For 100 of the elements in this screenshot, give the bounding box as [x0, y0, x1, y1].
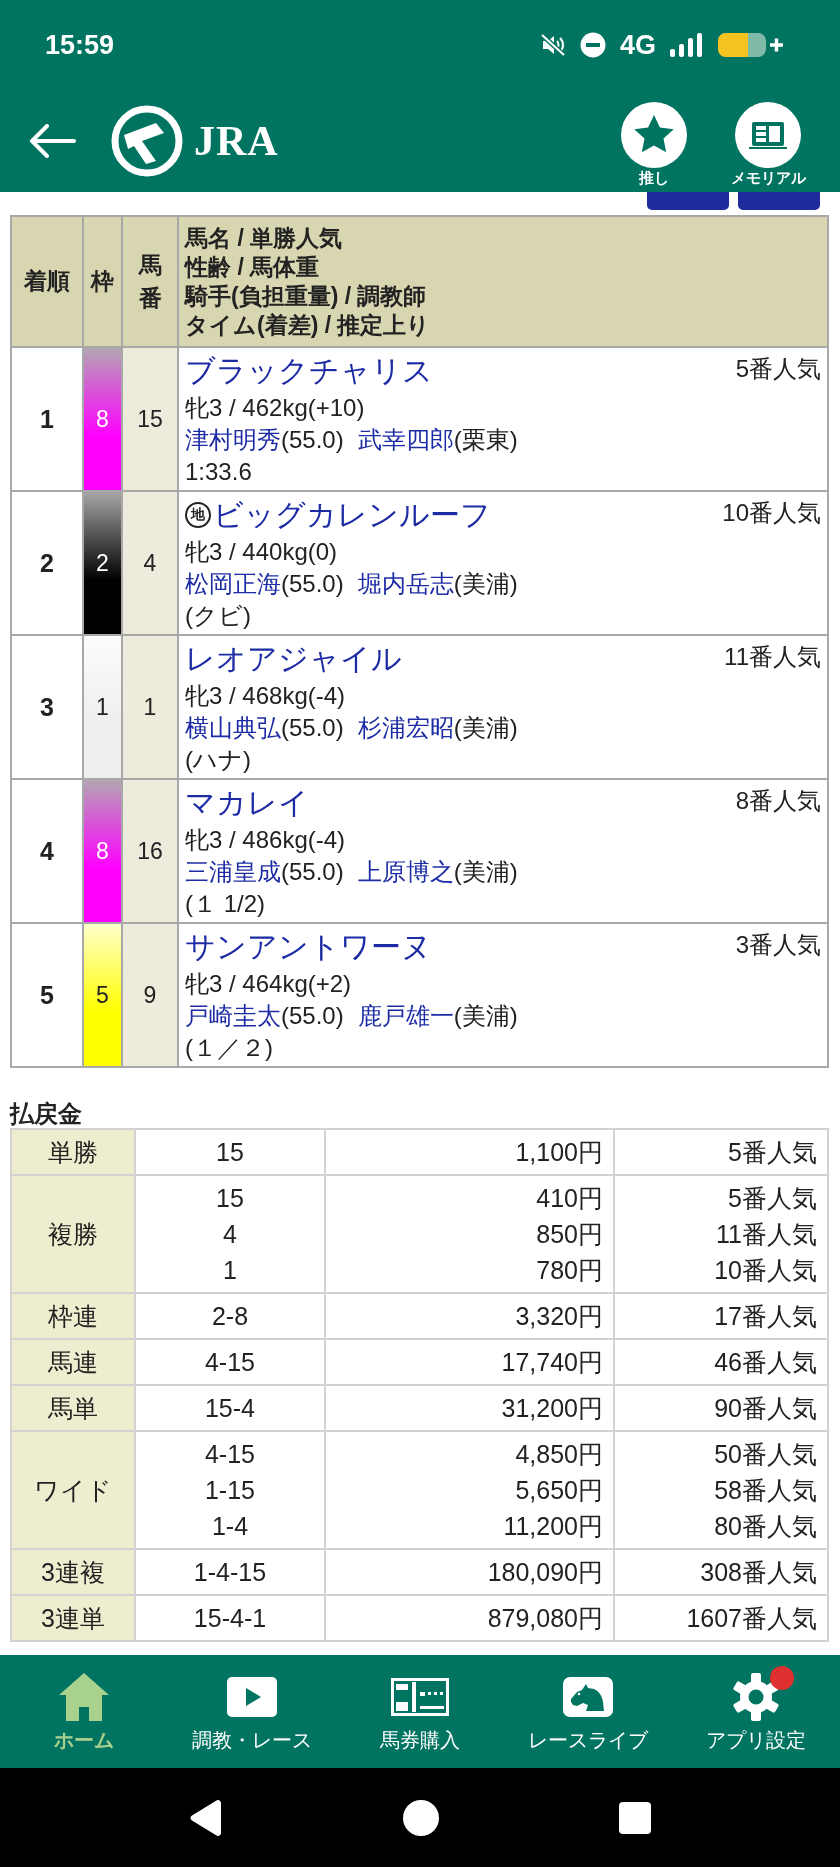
- payout-combination: 15: [216, 1138, 244, 1166]
- sex-age-weight: 牝3 / 468kg(-4): [185, 682, 346, 709]
- horse-name-link[interactable]: レオアジャイル: [185, 639, 402, 679]
- payout-popularity: 5番人気: [728, 1184, 817, 1212]
- jockey-link[interactable]: 松岡正海: [185, 570, 281, 597]
- payout-combination: 15-4: [204, 1394, 255, 1422]
- jockey-link[interactable]: 横山典弘: [185, 714, 281, 741]
- popularity: 10番人気: [722, 498, 821, 528]
- nav-item[interactable]: 調教・レース: [168, 1655, 336, 1768]
- battery-icon: [718, 32, 784, 58]
- column-header: 馬番: [138, 251, 162, 313]
- payout-combination: 1-4: [211, 1512, 249, 1540]
- horse-number-cell: 16: [122, 779, 178, 923]
- bet-type-cell: 単勝: [11, 1129, 135, 1175]
- column-header: 枠: [83, 216, 122, 347]
- time-margin: (ハナ): [185, 746, 251, 773]
- time-margin: (１ 1/2): [185, 890, 265, 917]
- payout-combination: 4-15: [204, 1440, 255, 1468]
- bet-type-cell: 3連複: [11, 1549, 135, 1595]
- payout-combination: 4-15: [204, 1348, 255, 1376]
- payout-amount: 17,740円: [501, 1348, 603, 1376]
- emblem-icon: [110, 105, 184, 177]
- time-margin: 1:33.6: [185, 458, 252, 485]
- popularity: 11番人気: [724, 642, 821, 672]
- column-header: 騎手(負担重量) / 調教師: [185, 282, 427, 309]
- bet-type-cell: 3連単: [11, 1595, 135, 1641]
- payout-combination: 1-4-15: [193, 1558, 267, 1586]
- payout-popularity: 17番人気: [714, 1302, 817, 1330]
- payout-amount: 31,200円: [501, 1394, 603, 1422]
- network-type: 4G: [619, 29, 656, 61]
- frame-number-cell: 5: [83, 923, 122, 1067]
- bet-type-cell: ワイド: [11, 1431, 135, 1549]
- jockey-weight: (55.0): [281, 426, 344, 453]
- nav-item[interactable]: アプリ設定: [672, 1655, 840, 1768]
- bet-type-cell: 馬単: [11, 1385, 135, 1431]
- trainer-link[interactable]: 堀内岳志: [357, 570, 454, 597]
- stable: (美浦): [453, 858, 518, 885]
- horse-name-link[interactable]: マカレイ: [185, 783, 309, 823]
- jockey-weight: (55.0): [281, 858, 344, 885]
- horse-number-cell: 4: [122, 491, 178, 635]
- logo-text: JRA: [194, 117, 279, 165]
- payout-amount: 780円: [536, 1256, 603, 1284]
- payout-popularity: 10番人気: [714, 1256, 817, 1284]
- payout-amount: 3,320円: [515, 1302, 603, 1330]
- home-button[interactable]: [403, 1799, 439, 1836]
- do-not-disturb-icon: [579, 32, 606, 58]
- triangle-icon: [189, 1799, 223, 1836]
- payout-amount: 1,100円: [515, 1138, 603, 1166]
- nav-item[interactable]: 馬券購入: [336, 1655, 504, 1768]
- favorite-button[interactable]: 推し: [604, 102, 704, 187]
- sex-age-weight: 牝3 / 486kg(-4): [185, 826, 346, 853]
- ticket-icon: [391, 1677, 449, 1716]
- column-header: タイム(着差) / 推定上り: [185, 311, 431, 338]
- horse-name-link[interactable]: ブラックチャリス: [185, 351, 433, 391]
- horse-name-link[interactable]: ビッグカレンルーフ: [213, 495, 491, 535]
- column-header: 性齢 / 馬体重: [185, 253, 320, 280]
- bet-type-cell: 複勝: [11, 1175, 135, 1293]
- back-arrow-icon: [28, 124, 76, 158]
- card-icon: [735, 102, 801, 168]
- payout-popularity: 58番人気: [714, 1476, 817, 1504]
- payout-combination: 15: [216, 1184, 244, 1212]
- memorial-button[interactable]: メモリアル: [718, 102, 818, 187]
- nav-item[interactable]: レースライブ: [504, 1655, 672, 1768]
- payout-amount: 879,080円: [487, 1604, 603, 1632]
- payout-amount: 5,650円: [515, 1476, 603, 1504]
- stable: (美浦): [453, 714, 518, 741]
- payout-popularity: 46番人気: [714, 1348, 817, 1376]
- trainer-link[interactable]: 武幸四郎: [357, 426, 454, 453]
- jockey-weight: (55.0): [281, 714, 344, 741]
- recents-button[interactable]: [619, 1801, 651, 1834]
- column-header: 馬名 / 単勝人気: [185, 224, 343, 251]
- jockey-link[interactable]: 三浦皇成: [185, 858, 281, 885]
- trainer-link[interactable]: 鹿戸雄一: [357, 1002, 454, 1029]
- horse-name-link[interactable]: サンアントワーヌ: [185, 927, 432, 967]
- payout-amount: 4,850円: [515, 1440, 603, 1468]
- time-margin: (クビ): [185, 602, 251, 629]
- section-title: 払戻金: [10, 1100, 82, 1127]
- frame-number-cell: 8: [83, 779, 122, 923]
- stable: (美浦): [453, 570, 518, 597]
- payout-combination: 1: [223, 1256, 237, 1284]
- payout-amount: 180,090円: [487, 1558, 603, 1586]
- payout-popularity: 5番人気: [728, 1138, 817, 1166]
- sex-age-weight: 牝3 / 462kg(+10): [185, 394, 365, 421]
- payout-amount: 850円: [536, 1220, 603, 1248]
- jockey-link[interactable]: 津村明秀: [185, 426, 281, 453]
- stable: (美浦): [453, 1002, 518, 1029]
- frame-number-cell: 2: [83, 491, 122, 635]
- jockey-link[interactable]: 戸崎圭太: [185, 1002, 281, 1029]
- sex-age-weight: 牝3 / 464kg(+2): [185, 970, 352, 997]
- back-button[interactable]: [189, 1799, 223, 1836]
- play-icon: [227, 1676, 277, 1717]
- local-horse-badge: 地: [185, 502, 211, 528]
- time-margin: (１／２): [185, 1034, 273, 1061]
- circle-icon: [403, 1799, 439, 1836]
- trainer-link[interactable]: 上原博之: [357, 858, 454, 885]
- home-icon: [59, 1672, 109, 1721]
- payout-amount: 11,200円: [503, 1512, 603, 1540]
- square-icon: [619, 1801, 651, 1834]
- bet-type-cell: 枠連: [11, 1293, 135, 1339]
- trainer-link[interactable]: 杉浦宏昭: [357, 714, 454, 741]
